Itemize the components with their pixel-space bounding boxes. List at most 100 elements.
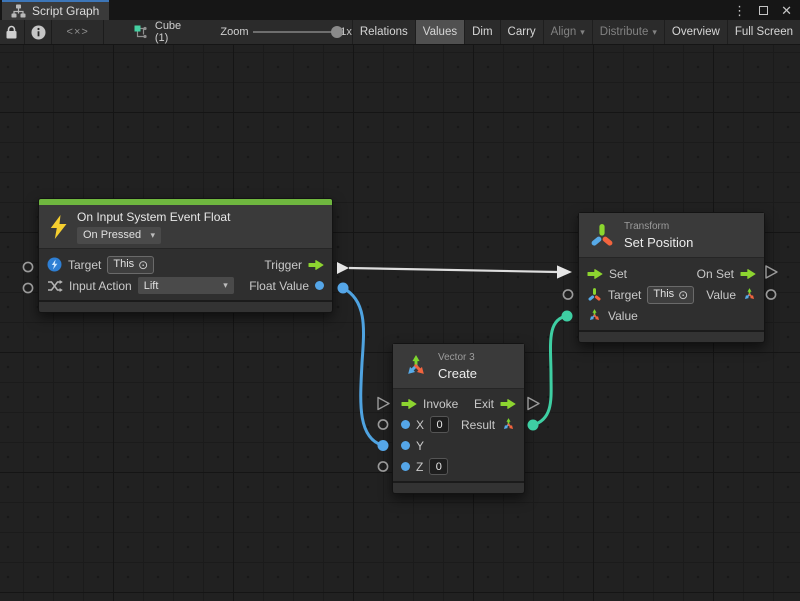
float-port-icon[interactable] [401, 462, 410, 471]
setposition-category: Transform [624, 221, 693, 232]
tab-title: Script Graph [32, 4, 99, 18]
value-out-label: Value [706, 288, 736, 302]
flow-arrow-icon[interactable] [308, 259, 324, 271]
tab-script-graph[interactable]: Script Graph [2, 0, 109, 20]
event-node-title: On Input System Event Float [77, 210, 230, 224]
lock-button[interactable] [0, 20, 25, 44]
event-node-header[interactable]: On Input System Event Float On Pressed▾ [39, 205, 332, 249]
align-dropdown[interactable]: Align▾ [543, 20, 592, 44]
vector3-x-row: X 0 Result [393, 414, 524, 435]
setposition-target-this-pill[interactable]: This⊙ [647, 286, 694, 304]
chevron-down-icon: ▾ [223, 281, 228, 290]
code-view-toggle[interactable]: <×> [52, 20, 103, 44]
x-value-field[interactable]: 0 [430, 416, 449, 433]
overview-button[interactable]: Overview [664, 20, 727, 44]
distribute-dropdown[interactable]: Distribute▾ [592, 20, 664, 44]
zoom-label: Zoom [220, 26, 248, 38]
node-vector3-create[interactable]: Vector 3 Create Invoke Exit X 0 Result [392, 343, 525, 494]
toolbar-buttons: Relations Values Dim Carry Align▾ Distri… [352, 20, 800, 44]
x-label: X [416, 418, 424, 432]
breadcrumb[interactable]: Cube (1) [134, 20, 193, 44]
values-button[interactable]: Values [415, 20, 464, 44]
event-target-row: Target This⊙ Trigger [39, 254, 332, 275]
float-port-icon[interactable] [315, 281, 324, 290]
input-action-label: Input Action [69, 279, 132, 293]
graph-hierarchy-icon [11, 4, 26, 18]
full-screen-button[interactable]: Full Screen [727, 20, 800, 44]
setposition-title: Set Position [624, 235, 693, 250]
z-value-field[interactable]: 0 [429, 458, 448, 475]
lock-icon [5, 25, 18, 40]
float-value-label: Float Value [249, 279, 309, 293]
close-icon[interactable]: ✕ [781, 4, 792, 17]
menu-dots-icon[interactable]: ⋮ [733, 4, 746, 17]
value-in-label: Value [608, 309, 638, 323]
float-port-icon[interactable] [401, 420, 410, 429]
info-button[interactable] [25, 20, 53, 44]
dim-button[interactable]: Dim [464, 20, 499, 44]
vector3-node-footer [393, 481, 524, 493]
float-port-icon[interactable] [401, 441, 410, 450]
maximize-icon[interactable] [759, 6, 768, 15]
flow-arrow-icon[interactable] [587, 268, 603, 280]
transform-icon [587, 287, 602, 302]
relations-button[interactable]: Relations [352, 20, 415, 44]
setposition-node-header[interactable]: Transform Set Position [579, 213, 764, 258]
node-on-input-system-event-float[interactable]: On Input System Event Float On Pressed▾ … [38, 198, 333, 313]
flow-arrow-icon[interactable] [401, 398, 417, 410]
invoke-label: Invoke [423, 397, 458, 411]
info-icon [31, 25, 46, 40]
setposition-value-row: Value [579, 305, 764, 326]
carry-button[interactable]: Carry [500, 20, 543, 44]
vector3-node-header[interactable]: Vector 3 Create [393, 344, 524, 389]
z-label: Z [416, 460, 423, 474]
y-label: Y [416, 439, 424, 453]
target-label: Target [68, 258, 101, 272]
event-target-this-pill[interactable]: This⊙ [107, 256, 154, 274]
set-label: Set [609, 267, 627, 281]
vector3-port-icon[interactable] [587, 308, 602, 323]
object-picker-icon: ⊙ [678, 289, 688, 301]
zoom-slider-handle[interactable] [331, 26, 343, 38]
zoom-slider[interactable] [253, 26, 334, 38]
flow-arrow-icon[interactable] [500, 398, 516, 410]
vector3-icon [403, 353, 429, 379]
chevron-down-icon: ▾ [652, 28, 657, 37]
event-mode-dropdown[interactable]: On Pressed▾ [77, 227, 161, 244]
setposition-target-row: Target This⊙ Value [579, 284, 764, 305]
graph-toolbar: <×> Cube (1) Zoom 1x Relations Values Di… [0, 20, 800, 45]
trigger-label: Trigger [264, 258, 302, 272]
vector3-port-icon[interactable] [742, 287, 757, 302]
exit-label: Exit [474, 397, 494, 411]
object-picker-icon: ⊙ [138, 259, 148, 271]
input-system-target-icon [47, 257, 62, 272]
flow-arrow-icon[interactable] [740, 268, 756, 280]
vector3-title: Create [438, 366, 477, 381]
window-controls: ⋮ ✕ [733, 0, 792, 20]
event-node-footer [39, 300, 332, 312]
breadcrumb-label: Cube (1) [155, 20, 193, 44]
result-label: Result [461, 418, 495, 432]
target-label: Target [608, 288, 641, 302]
event-input-action-row: Input Action Lift▾ Float Value [39, 275, 332, 296]
chevron-down-icon: ▾ [150, 231, 155, 240]
vector3-z-row: Z 0 [393, 456, 524, 477]
zoom-slider-track[interactable] [253, 31, 334, 33]
tab-bar: Script Graph ⋮ ✕ [0, 0, 800, 20]
on-set-label: On Set [697, 267, 734, 281]
setposition-node-footer [579, 330, 764, 342]
vector3-y-row: Y [393, 435, 524, 456]
chevron-down-icon: ▾ [580, 28, 585, 37]
node-transform-set-position[interactable]: Transform Set Position Set On Set Target… [578, 212, 765, 343]
setposition-set-row: Set On Set [579, 263, 764, 284]
input-action-dropdown[interactable]: Lift▾ [138, 277, 234, 294]
transform-icon [589, 222, 615, 248]
vector3-invoke-row: Invoke Exit [393, 393, 524, 414]
lightning-icon [49, 215, 68, 239]
script-graph-asset-icon [134, 25, 149, 39]
vector3-category: Vector 3 [438, 352, 477, 363]
script-graph-window: Script Graph ⋮ ✕ <×> Cube (1) Zoom 1x Re [0, 0, 800, 601]
code-view-icon: <×> [67, 26, 89, 38]
vector3-port-icon[interactable] [501, 417, 516, 432]
input-action-icon [47, 279, 63, 293]
